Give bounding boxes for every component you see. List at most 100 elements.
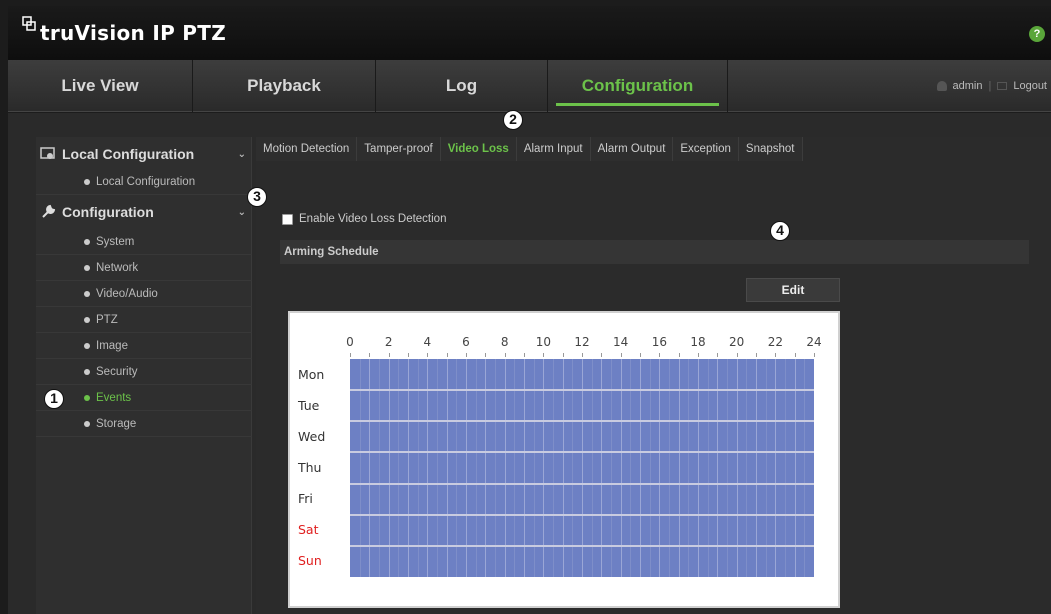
sidebar-item-local-configuration[interactable]: Local Configuration (36, 169, 252, 195)
bullet-icon (84, 178, 90, 185)
bullet-icon (84, 420, 90, 427)
content-area: Local Configuration ⌄ Local Configuratio… (8, 113, 1051, 614)
hour-tick (736, 353, 738, 357)
hour-tick (775, 353, 777, 357)
callout-marker: 2 (503, 110, 523, 130)
main-nav: Live View Playback Log Configuration adm… (8, 60, 1051, 112)
subtab-video-loss[interactable]: Video Loss (440, 137, 517, 161)
sidebar-item-ptz[interactable]: PTZ (36, 307, 252, 333)
hour-tick (698, 353, 699, 357)
help-icon[interactable]: ? (1029, 26, 1045, 42)
hour-tick (794, 353, 796, 357)
enable-video-loss-label: Enable Video Loss Detection (299, 213, 447, 225)
sidebar-group-configuration[interactable]: Configuration ⌄ (36, 197, 252, 227)
hour-tick (408, 353, 409, 357)
callout-marker: 1 (44, 389, 64, 409)
bullet-icon (84, 290, 90, 297)
hour-label: 10 (535, 335, 551, 349)
logout-icon (997, 82, 1008, 90)
edit-button[interactable]: Edit (746, 278, 840, 302)
hour-tick (446, 353, 448, 357)
sidebar-item-label: Local Configuration (96, 175, 196, 188)
hour-tick (504, 353, 506, 357)
grid-line (350, 544, 814, 547)
bullet-icon (84, 342, 90, 349)
username[interactable]: admin (953, 80, 983, 92)
grid-line (350, 482, 814, 485)
day-label: Tue (298, 397, 320, 413)
subtab-alarm-output[interactable]: Alarm Output (590, 137, 674, 161)
hour-label: 4 (423, 335, 432, 349)
day-label: Sun (298, 553, 322, 569)
schedule-time-grid[interactable] (350, 359, 814, 577)
hour-tick (388, 353, 390, 357)
sidebar-item-label: Video/Audio (96, 287, 158, 300)
bullet-icon (84, 316, 90, 323)
subtab-alarm-input[interactable]: Alarm Input (516, 137, 591, 161)
sidebar-item-label: System (96, 235, 135, 248)
subtab-exception[interactable]: Exception (673, 137, 739, 161)
sidebar-item-events[interactable]: Events (36, 385, 252, 411)
hour-tick (620, 353, 622, 357)
hour-label: 22 (767, 335, 783, 349)
logo: truVision IP PTZ (22, 14, 226, 48)
user-area: admin | Logout (936, 60, 1047, 112)
tab-playback[interactable]: Playback (193, 60, 376, 112)
day-label: Thu (298, 460, 322, 475)
hour-label: 24 (806, 335, 822, 349)
sidebar-item-label: Security (96, 365, 138, 378)
sidebar-item-storage[interactable]: Storage (36, 411, 252, 437)
chevron-down-icon: ⌄ (237, 206, 246, 218)
bullet-icon (84, 394, 90, 401)
sidebar-item-security[interactable]: Security (36, 359, 252, 385)
hour-tick (659, 353, 661, 357)
arming-schedule-grid[interactable]: 0 2 4 6 8 10 12 14 16 18 20 22 24 Mon Tue Wed Thu Fri Sat S… (288, 311, 840, 608)
sidebar-item-system[interactable]: System (36, 229, 252, 255)
hour-tick (582, 353, 583, 357)
day-label: Sat (298, 522, 319, 538)
day-label: Wed (298, 428, 326, 444)
enable-video-loss-checkbox[interactable] (282, 213, 293, 225)
local-config-icon (40, 146, 56, 162)
arming-schedule-header: Arming Schedule (280, 240, 1029, 264)
hour-label: 18 (690, 335, 706, 349)
sidebar-item-video-audio[interactable]: Video/Audio (36, 281, 252, 307)
separator: | (988, 80, 992, 92)
subtab-motion-detection[interactable]: Motion Detection (256, 137, 358, 161)
sidebar-item-label: Network (96, 261, 139, 274)
subtab-tamper-proof[interactable]: Tamper-proof (357, 137, 441, 161)
hour-label: 14 (613, 335, 629, 349)
hour-label: 8 (500, 335, 509, 349)
wrench-icon (40, 204, 56, 220)
sidebar-item-label: Image (96, 339, 128, 352)
hour-tick (524, 353, 525, 357)
truvision-logo-icon (22, 16, 38, 36)
hour-tick (814, 353, 815, 357)
subtab-snapshot[interactable]: Snapshot (738, 137, 803, 161)
hour-tick (678, 353, 680, 357)
sidebar-group-local-configuration[interactable]: Local Configuration ⌄ (36, 139, 252, 169)
hour-tick (350, 353, 351, 357)
hour-label: 20 (729, 335, 745, 349)
hour-tick (601, 353, 603, 357)
sidebar-item-label: PTZ (96, 313, 118, 326)
hour-tick (485, 353, 487, 357)
sidebar: Local Configuration ⌄ Local Configuratio… (36, 137, 252, 614)
hour-label: 2 (384, 335, 393, 349)
hour-tick (466, 353, 467, 357)
logout-link[interactable]: Logout (1013, 80, 1047, 92)
hour-tick (717, 353, 719, 357)
sidebar-item-label: Storage (96, 417, 137, 430)
chevron-down-icon: ⌄ (237, 148, 246, 160)
tab-live-view[interactable]: Live View (8, 60, 193, 112)
tab-log[interactable]: Log (376, 60, 548, 112)
sidebar-item-network[interactable]: Network (36, 255, 252, 281)
sidebar-item-image[interactable]: Image (36, 333, 252, 359)
hour-label: 16 (651, 335, 667, 349)
hour-tick (562, 353, 564, 357)
tab-configuration[interactable]: Configuration (548, 60, 728, 112)
user-icon (936, 81, 947, 91)
sidebar-group-label: Local Configuration (62, 146, 195, 162)
sidebar-item-label: Events (96, 391, 132, 404)
event-subtabs: Motion Detection Tamper-proof Video Loss… (256, 137, 803, 161)
